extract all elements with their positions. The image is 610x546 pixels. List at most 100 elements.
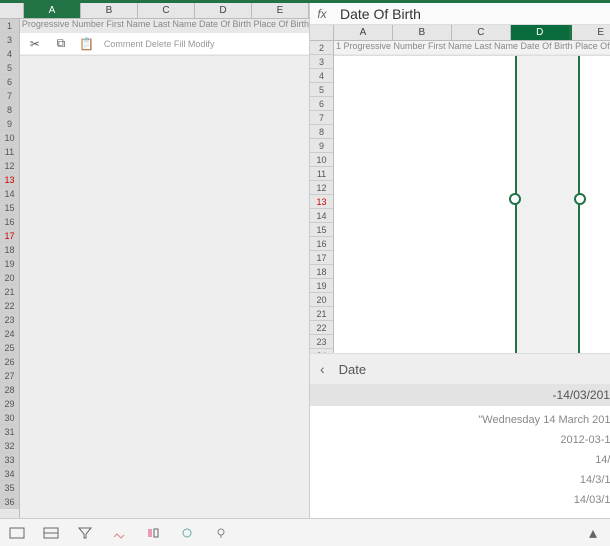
row-header-27[interactable]: 27 — [0, 369, 19, 383]
tools-icon[interactable] — [178, 525, 196, 541]
date-selected-format[interactable]: -14/03/2012 — [310, 384, 610, 406]
r-col-c[interactable]: C — [452, 25, 511, 40]
r-row-header-6[interactable]: 6 — [310, 97, 333, 111]
row-header-20[interactable]: 20 — [0, 271, 19, 285]
row-header-5[interactable]: 5 — [0, 61, 19, 75]
copy-icon[interactable]: ⧉ — [52, 35, 70, 53]
row-header-31[interactable]: 31 — [0, 425, 19, 439]
row-header-16[interactable]: 16 — [0, 215, 19, 229]
col-header-c[interactable]: C — [138, 3, 195, 18]
date-option-0[interactable]: "Wednesday 14 March 2012 — [324, 410, 610, 430]
r-row-header-14[interactable]: 14 — [310, 209, 333, 223]
r-row-header-18[interactable]: 18 — [310, 265, 333, 279]
date-option-4[interactable]: 14/03/12 — [324, 490, 610, 510]
row-header-13[interactable]: 13 — [0, 173, 19, 187]
row-header-11[interactable]: 11 — [0, 145, 19, 159]
row-header-19[interactable]: 19 — [0, 257, 19, 271]
row-header-36[interactable]: 36 — [0, 495, 19, 509]
row-header-8[interactable]: 8 — [0, 103, 19, 117]
r-row-header-4[interactable]: 4 — [310, 69, 333, 83]
card-view-icon[interactable] — [42, 525, 60, 541]
row-header-23[interactable]: 23 — [0, 313, 19, 327]
row-header-33[interactable]: 33 — [0, 453, 19, 467]
right-header-row: 1 Progressive Number First Name Last Nam… — [334, 41, 610, 55]
right-select-all[interactable] — [310, 25, 334, 40]
row-header-26[interactable]: 26 — [0, 355, 19, 369]
right-column-headers: A B C D E — [310, 25, 610, 41]
r-row-header-22[interactable]: 22 — [310, 321, 333, 335]
highlight-icon[interactable] — [110, 525, 128, 541]
col-header-e[interactable]: E — [252, 3, 309, 18]
formula-value[interactable]: Date Of Birth — [334, 6, 610, 22]
row-header-18[interactable]: 18 — [0, 243, 19, 257]
r-row-header-21[interactable]: 21 — [310, 307, 333, 321]
row-header-1[interactable]: 1 — [0, 19, 19, 33]
r-col-d[interactable]: D — [511, 25, 572, 40]
r-row-header-2[interactable]: 2 — [310, 41, 333, 55]
col-header-b[interactable]: B — [81, 3, 138, 18]
row-header-4[interactable]: 4 — [0, 47, 19, 61]
r-col-e[interactable]: E — [572, 25, 610, 40]
r-col-b[interactable]: B — [393, 25, 452, 40]
row-header-9[interactable]: 9 — [0, 117, 19, 131]
right-empty-area[interactable] — [334, 55, 610, 353]
row-header-29[interactable]: 29 — [0, 397, 19, 411]
row-header-6[interactable]: 6 — [0, 75, 19, 89]
r-row-header-23[interactable]: 23 — [310, 335, 333, 349]
filter-icon[interactable] — [76, 525, 94, 541]
date-option-2[interactable]: 14/3 — [324, 450, 610, 470]
format-icon[interactable] — [144, 525, 162, 541]
r-row-header-17[interactable]: 17 — [310, 251, 333, 265]
expand-up-icon[interactable]: ▴ — [584, 525, 602, 541]
r-row-header-10[interactable]: 10 — [310, 153, 333, 167]
r-row-header-5[interactable]: 5 — [310, 83, 333, 97]
row-header-32[interactable]: 32 — [0, 439, 19, 453]
row-header-17[interactable]: 17 — [0, 229, 19, 243]
row-header-30[interactable]: 30 — [0, 411, 19, 425]
row-header-14[interactable]: 14 — [0, 187, 19, 201]
row-header-15[interactable]: 15 — [0, 201, 19, 215]
col-header-d[interactable]: D — [195, 3, 252, 18]
cut-icon[interactable]: ✂ — [26, 35, 44, 53]
row-header-7[interactable]: 7 — [0, 89, 19, 103]
selection-handle-right[interactable] — [574, 193, 586, 205]
select-all-corner[interactable] — [0, 3, 24, 18]
ideas-icon[interactable] — [212, 525, 230, 541]
r-row-header-11[interactable]: 11 — [310, 167, 333, 181]
row-header-12[interactable]: 12 — [0, 159, 19, 173]
date-option-3[interactable]: 14/3/12 — [324, 470, 610, 490]
row-header-22[interactable]: 22 — [0, 299, 19, 313]
left-empty-area[interactable] — [20, 55, 309, 518]
col-header-a[interactable]: A — [24, 3, 81, 18]
row-header-34[interactable]: 34 — [0, 467, 19, 481]
left-spreadsheet: A B C D E 134567891011121314151617181920… — [0, 3, 310, 518]
date-back-icon[interactable]: ‹ — [320, 361, 325, 377]
column-selection — [515, 56, 580, 353]
paste-icon[interactable]: 📋 — [78, 35, 96, 53]
row-header-21[interactable]: 21 — [0, 285, 19, 299]
r-row-header-9[interactable]: 9 — [310, 139, 333, 153]
r-row-header-3[interactable]: 3 — [310, 55, 333, 69]
date-option-1[interactable]: 2012-03-14 — [324, 430, 610, 450]
r-row-header-8[interactable]: 8 — [310, 125, 333, 139]
row-header-25[interactable]: 25 — [0, 341, 19, 355]
r-row-header-7[interactable]: 7 — [310, 111, 333, 125]
sheet-view-icon[interactable] — [8, 525, 26, 541]
r-row-header-12[interactable]: 12 — [310, 181, 333, 195]
r-row-header-24[interactable]: 24 — [310, 349, 333, 353]
r-row-header-15[interactable]: 15 — [310, 223, 333, 237]
row-header-35[interactable]: 35 — [0, 481, 19, 495]
r-row-header-16[interactable]: 16 — [310, 237, 333, 251]
toolbar-labels: Comment Delete Fill Modify — [104, 39, 215, 49]
row-header-10[interactable]: 10 — [0, 131, 19, 145]
row-header-24[interactable]: 24 — [0, 327, 19, 341]
selection-handle-left[interactable] — [509, 193, 521, 205]
row-header-28[interactable]: 28 — [0, 383, 19, 397]
row-header-3[interactable]: 3 — [0, 33, 19, 47]
r-row-header-19[interactable]: 19 — [310, 279, 333, 293]
r-row-header-20[interactable]: 20 — [310, 293, 333, 307]
r-row-header-13[interactable]: 13 — [310, 195, 333, 209]
left-cells[interactable]: Progressive Number First Name Last Name … — [20, 19, 309, 518]
r-col-a[interactable]: A — [334, 25, 393, 40]
right-cells[interactable]: 1 Progressive Number First Name Last Nam… — [334, 41, 610, 353]
